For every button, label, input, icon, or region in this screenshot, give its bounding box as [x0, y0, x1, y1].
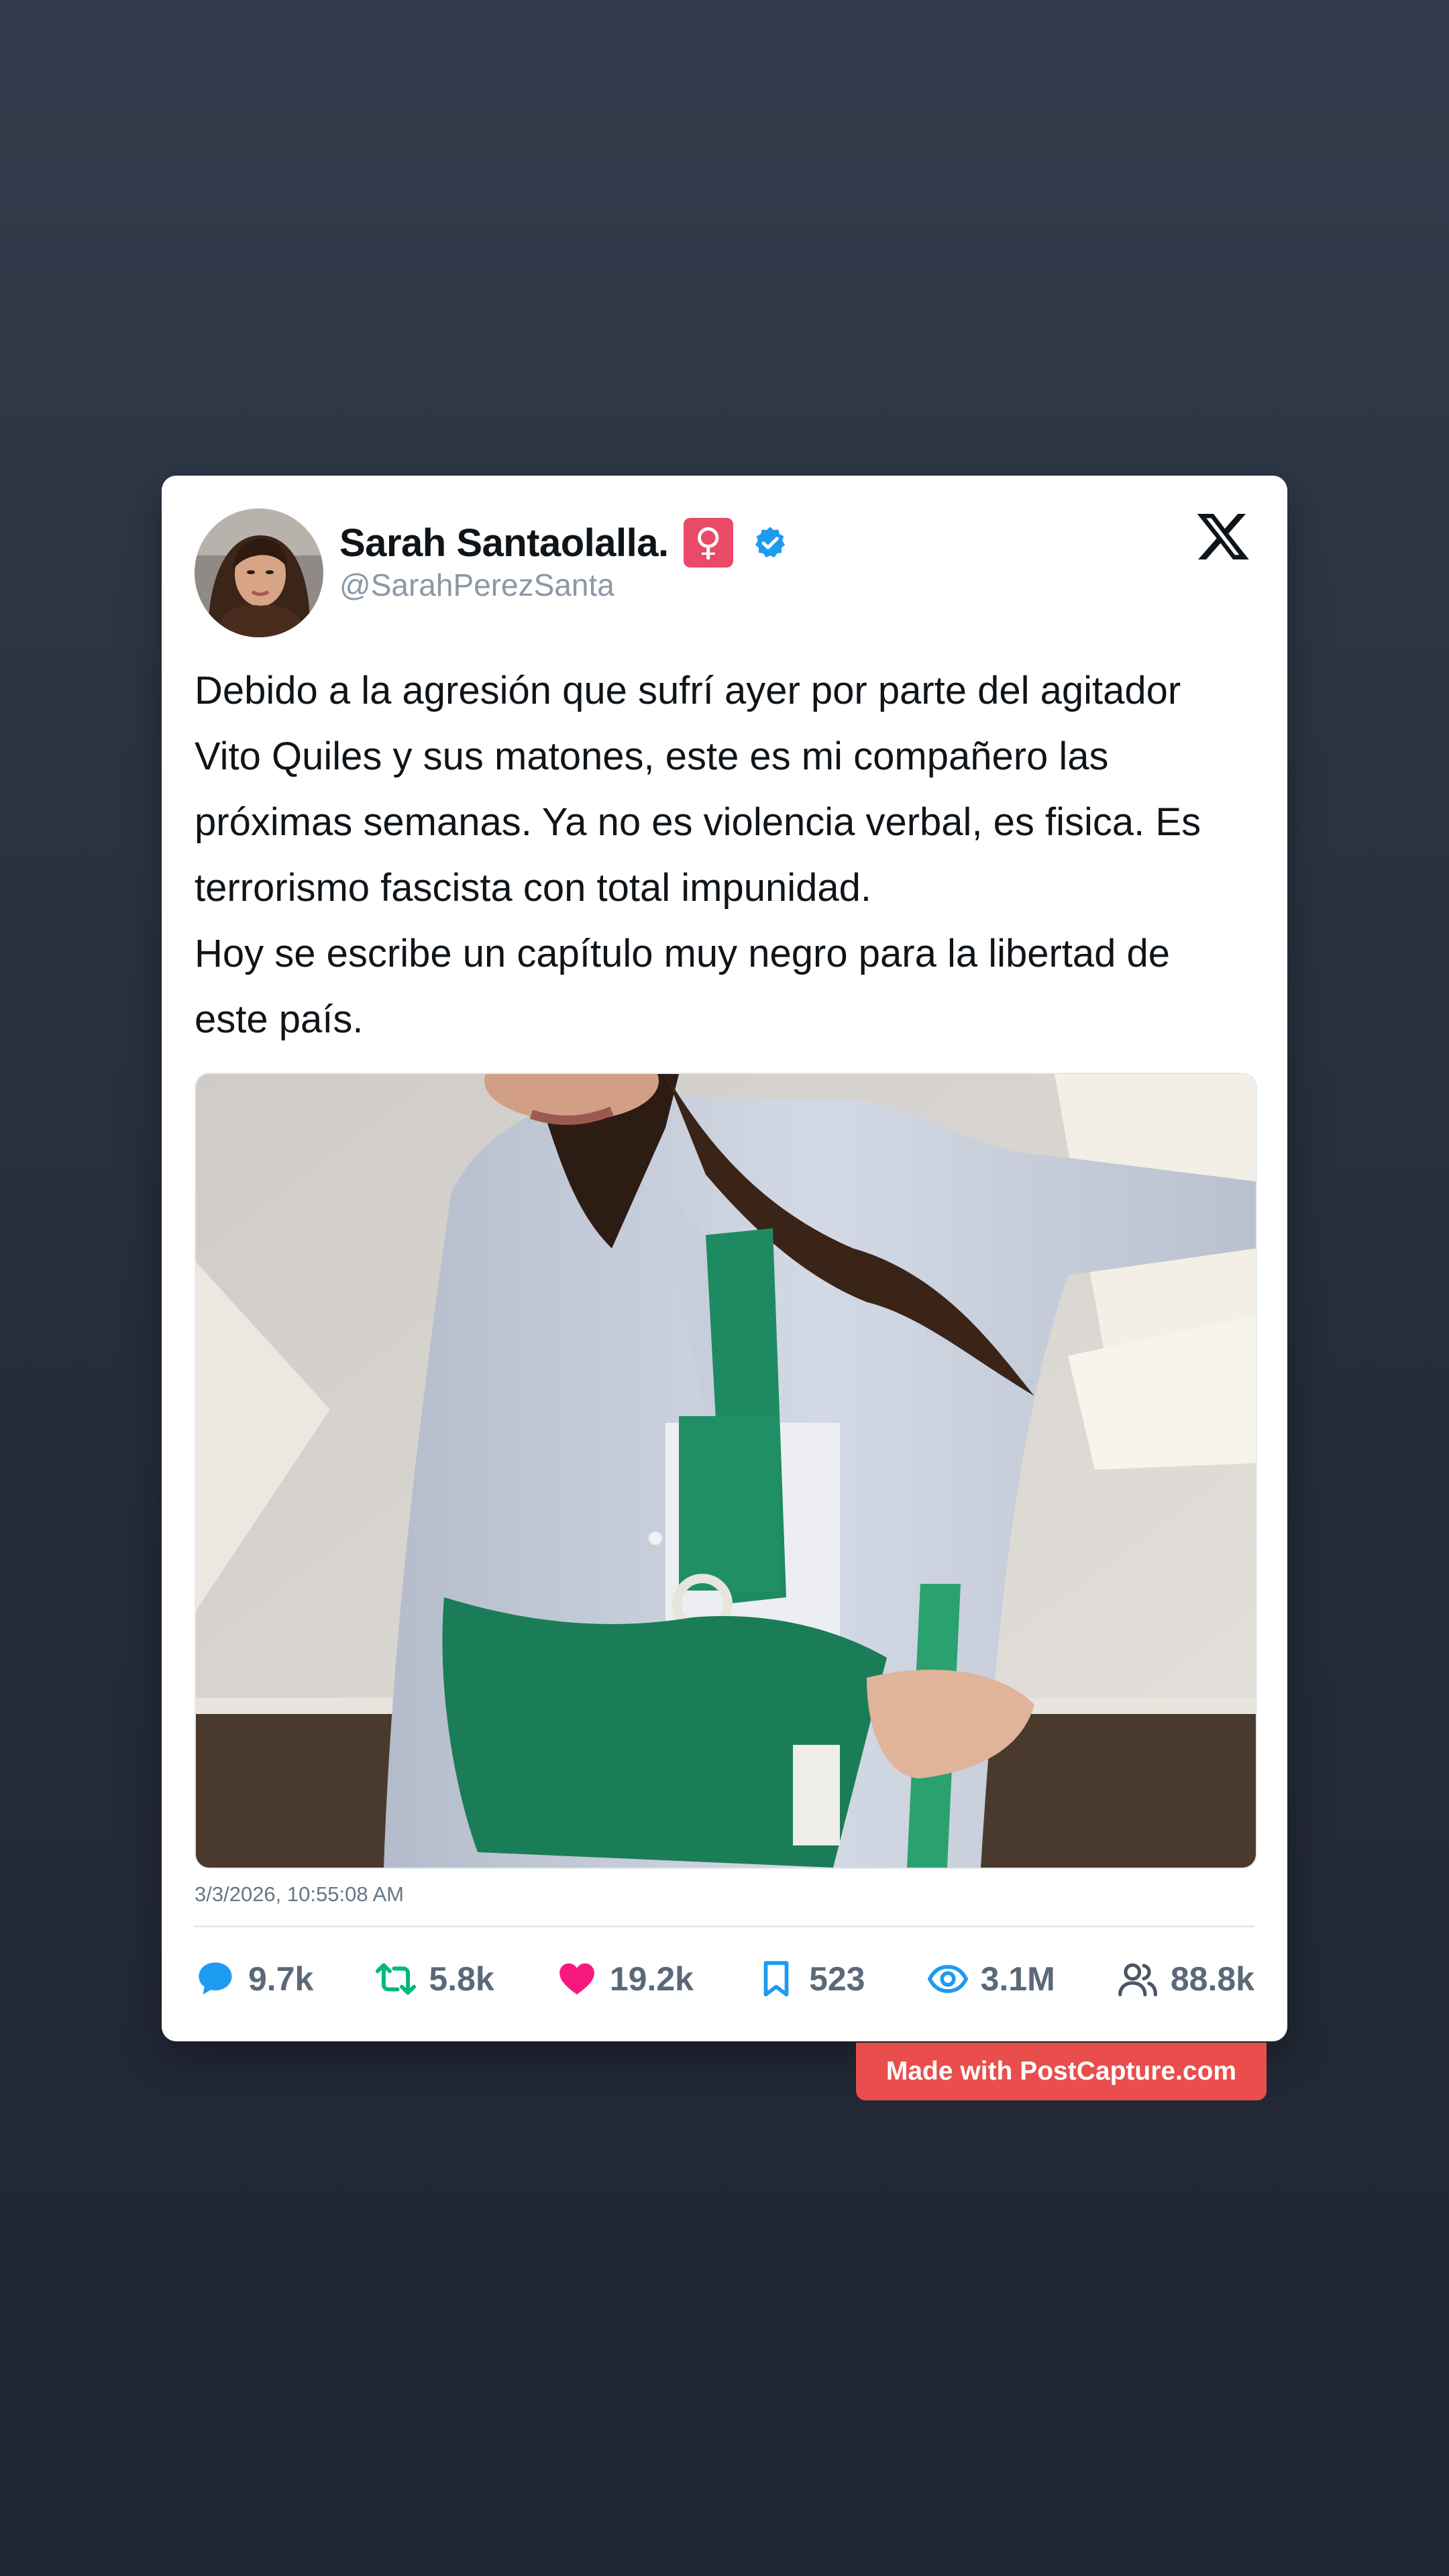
verified-badge-icon [755, 527, 785, 558]
bookmark-stat[interactable]: 523 [755, 1958, 865, 2000]
post-timestamp: 3/3/2026, 10:55:08 AM [195, 1882, 404, 1906]
display-name[interactable]: Sarah Santaolalla. [339, 521, 669, 566]
x-logo-icon[interactable] [1194, 508, 1252, 566]
heart-icon [559, 1963, 594, 1995]
author-handle[interactable]: @SarahPerezSanta [339, 567, 614, 603]
repost-arrows-icon [376, 1963, 417, 1995]
avatar-image [195, 508, 323, 637]
reply-count: 9.7k [248, 1960, 314, 1998]
avatar[interactable] [195, 508, 323, 637]
eye-icon [927, 1965, 968, 1993]
stats-divider [195, 1925, 1254, 1927]
followers-stat[interactable]: 88.8k [1117, 1958, 1254, 2000]
watermark-badge[interactable]: Made with PostCapture.com [856, 2043, 1267, 2100]
bookmark-count: 523 [809, 1960, 865, 1998]
post-text: Debido a la agresión que sufrí ayer por … [195, 669, 1201, 1041]
author-name-row: Sarah Santaolalla. ♀ [339, 515, 788, 571]
bookmark-icon [763, 1961, 789, 1997]
post-media-photo[interactable] [195, 1073, 1257, 1869]
repost-stat[interactable]: 5.8k [375, 1958, 494, 2000]
engagement-stats: 9.7k 5.8k 19.2k 523 3.1M 88.8k [195, 1942, 1254, 2016]
like-stat[interactable]: 19.2k [556, 1958, 694, 2000]
followers-count: 88.8k [1170, 1960, 1254, 1998]
users-icon [1118, 1963, 1157, 1996]
views-count: 3.1M [980, 1960, 1055, 1998]
arm-sling-photo [196, 1074, 1256, 1868]
female-sign-emoji: ♀ [683, 518, 733, 568]
repost-count: 5.8k [429, 1960, 494, 1998]
speech-bubble-icon [199, 1962, 232, 1995]
like-count: 19.2k [609, 1960, 694, 1998]
reply-stat[interactable]: 9.7k [195, 1958, 313, 2000]
views-stat[interactable]: 3.1M [927, 1958, 1055, 2000]
post-card: Sarah Santaolalla. ♀ @SarahPerezSanta De… [162, 476, 1287, 2041]
